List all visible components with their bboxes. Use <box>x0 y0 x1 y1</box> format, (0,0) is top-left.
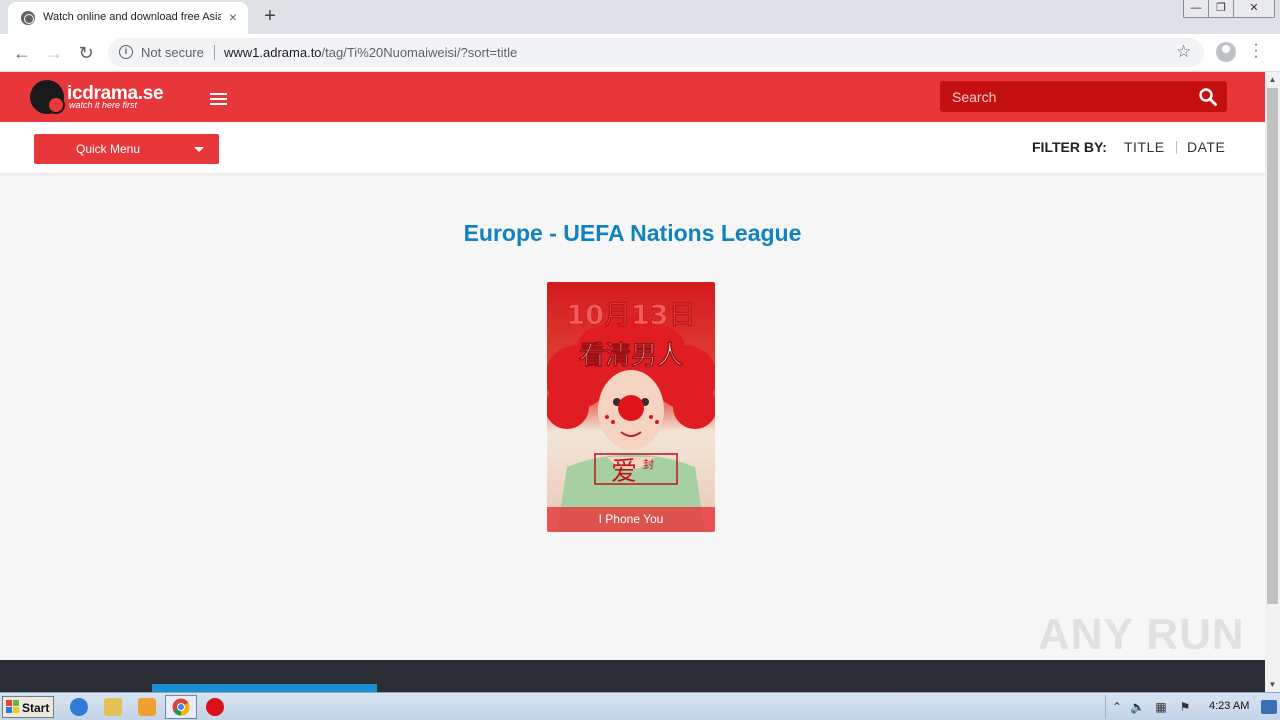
filter-option-date[interactable]: DATE <box>1187 139 1225 155</box>
hamburger-menu-icon[interactable] <box>210 93 227 105</box>
globe-icon <box>21 11 35 25</box>
bookmark-star-icon[interactable]: ☆ <box>1176 42 1191 62</box>
kebab-menu-icon[interactable]: · · · <box>1250 37 1262 65</box>
url-path: /tag/Ti%20Nuomaiweisi/?sort=title <box>321 45 518 60</box>
scrollbar-thumb[interactable] <box>1267 88 1278 604</box>
svg-text:爱: 爱 <box>611 457 637 487</box>
windows-flag-icon <box>6 700 19 713</box>
url-text[interactable]: www1.adrama.to/tag/Ti%20Nuomaiweisi/?sor… <box>224 45 517 60</box>
drama-card[interactable]: 10月13日 看清男人 爱 封 I Phone You <box>547 282 715 532</box>
back-arrow-icon[interactable]: ← <box>9 40 35 66</box>
address-bar[interactable]: i Not secure www1.adrama.to/tag/Ti%20Nuo… <box>108 38 1204 67</box>
tab-title: Watch online and download free Asian dra… <box>43 11 221 23</box>
footer-accent-bar <box>152 684 377 692</box>
page-scrollbar[interactable]: ▲ ▼ <box>1265 72 1280 692</box>
filter-option-title[interactable]: TITLE <box>1124 139 1165 155</box>
browser-toolbar: ← → ↻ i Not secure www1.adrama.to/tag/Ti… <box>0 34 1280 72</box>
opera-icon[interactable] <box>206 698 224 716</box>
browser-tab[interactable]: Watch online and download free Asian dra… <box>8 2 248 34</box>
file-explorer-icon[interactable] <box>104 698 122 716</box>
show-desktop-icon[interactable] <box>1261 700 1277 714</box>
system-tray: ⌃ 🔈 ▦ ⚑ 4:23 AM <box>1105 695 1280 719</box>
taskbar-chrome-button[interactable] <box>165 695 197 719</box>
taskbar-clock[interactable]: 4:23 AM <box>1209 700 1249 712</box>
page-title: Europe - UEFA Nations League <box>463 220 802 246</box>
chrome-icon <box>172 698 190 716</box>
page-viewport: icdrama.se watch it here first Quick Men… <box>0 72 1265 692</box>
url-divider <box>214 45 215 60</box>
logo-icon[interactable] <box>30 80 65 114</box>
filter-divider <box>1176 141 1177 154</box>
poster-image[interactable]: 10月13日 看清男人 爱 封 <box>547 282 715 532</box>
window-close-button[interactable]: ✕ <box>1233 0 1275 18</box>
scroll-up-arrow-icon[interactable]: ▲ <box>1265 72 1280 87</box>
security-label: Not secure <box>141 45 204 60</box>
search-icon[interactable] <box>1198 87 1218 107</box>
window-minimize-button[interactable]: — <box>1183 0 1209 18</box>
site-footer <box>0 660 1265 692</box>
site-header: icdrama.se watch it here first <box>0 72 1265 122</box>
filter-bar: Quick Menu FILTER BY: TITLE DATE <box>0 122 1265 173</box>
quick-menu-dropdown[interactable]: Quick Menu <box>34 134 219 164</box>
forward-arrow-icon[interactable]: → <box>41 40 67 66</box>
new-tab-button[interactable]: + <box>259 5 281 27</box>
search-input[interactable] <box>952 81 1192 112</box>
window-restore-button[interactable]: ❐ <box>1208 0 1234 18</box>
internet-explorer-icon[interactable] <box>70 698 88 716</box>
caret-down-icon <box>194 147 204 152</box>
tab-close-icon[interactable]: × <box>225 9 241 25</box>
start-button[interactable]: Start <box>2 696 54 718</box>
filter-label: FILTER BY: <box>1032 139 1107 155</box>
start-label: Start <box>22 701 50 715</box>
media-player-icon[interactable] <box>138 698 156 716</box>
watermark-text: ANY RUN <box>1038 610 1245 659</box>
site-search-box <box>940 81 1227 112</box>
poster-date-text: 10月13日 <box>566 300 695 331</box>
action-center-flag-icon[interactable]: ⚑ <box>1178 700 1192 714</box>
reload-icon[interactable]: ↻ <box>73 40 99 66</box>
site-tagline: watch it here first <box>69 100 138 110</box>
tray-expand-icon[interactable]: ⌃ <box>1110 700 1124 714</box>
scroll-down-arrow-icon[interactable]: ▼ <box>1265 677 1280 692</box>
profile-avatar-icon[interactable] <box>1216 42 1236 62</box>
volume-icon[interactable]: 🔈 <box>1130 700 1145 714</box>
card-title[interactable]: I Phone You <box>547 507 715 532</box>
browser-tab-strip: Watch online and download free Asian dra… <box>0 0 1280 34</box>
info-icon[interactable]: i <box>119 45 133 59</box>
network-icon[interactable]: ▦ <box>1154 700 1168 714</box>
svg-text:封: 封 <box>643 457 654 471</box>
windows-taskbar: Start ⌃ 🔈 ▦ ⚑ 4:23 AM <box>0 692 1280 720</box>
url-host: www1.adrama.to <box>224 45 322 60</box>
poster-tagline-text: 看清男人 <box>579 341 683 371</box>
quick-menu-label: Quick Menu <box>76 142 141 156</box>
